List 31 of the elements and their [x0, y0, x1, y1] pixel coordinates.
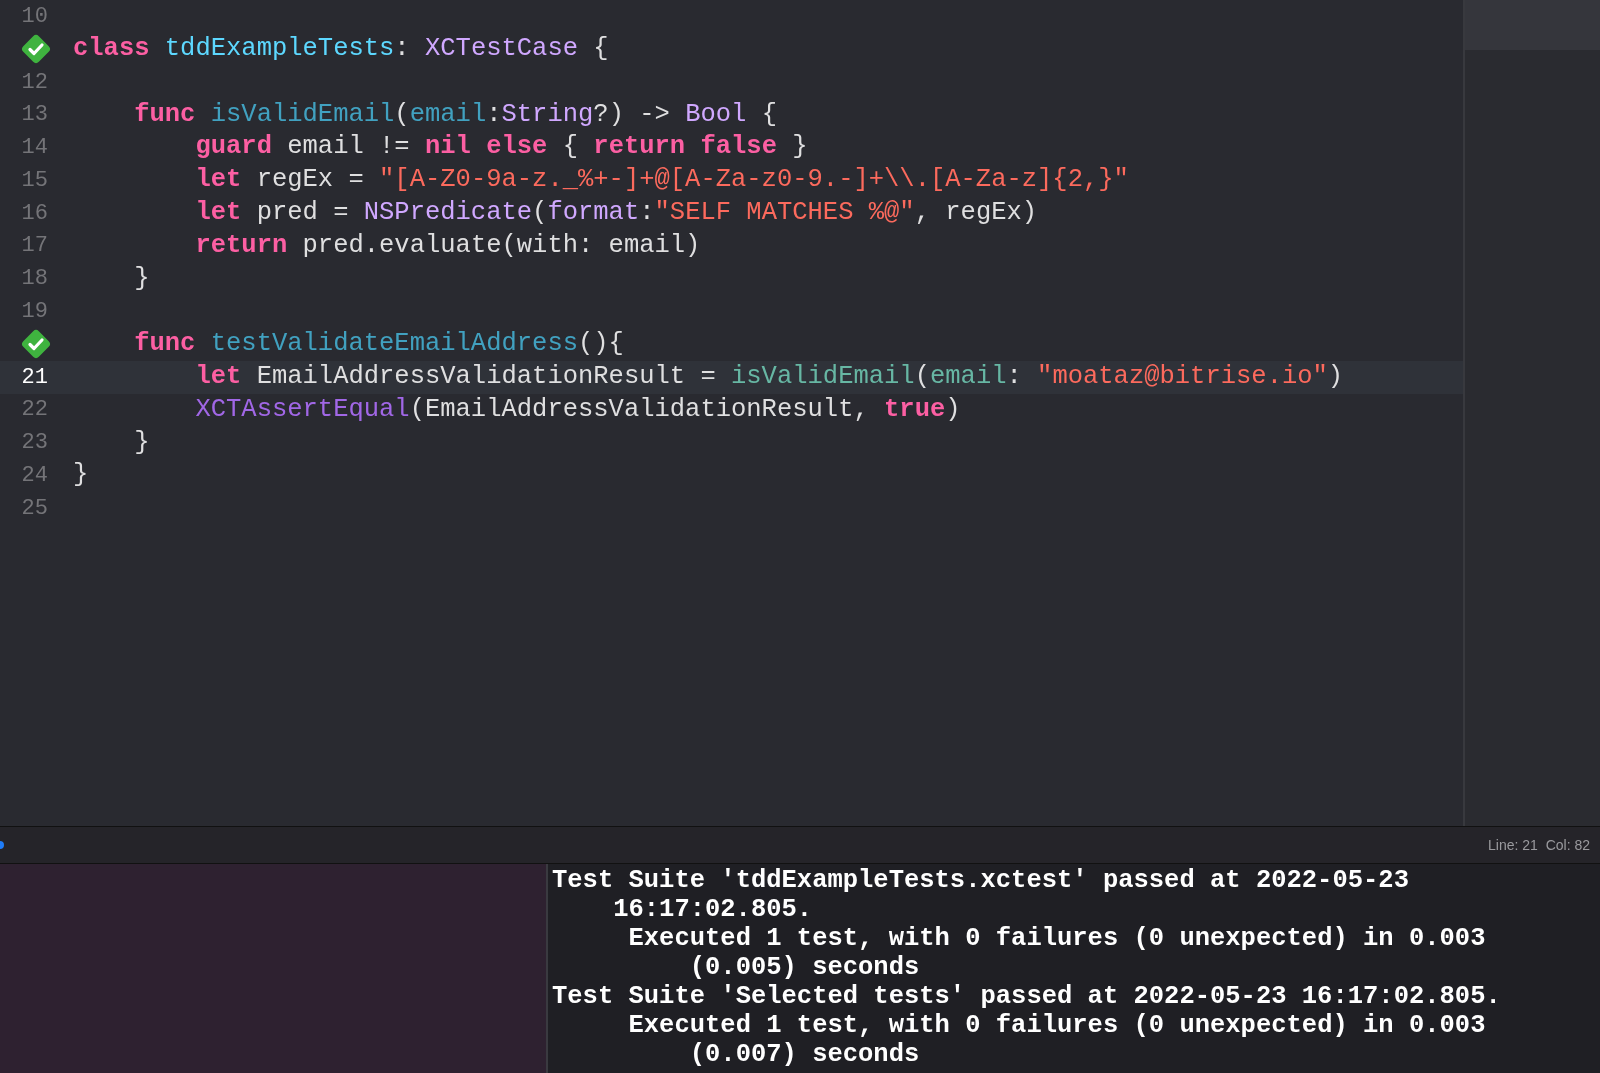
line-number: 15	[21, 166, 48, 195]
code-line: func testValidateEmailAddress(){	[133, 328, 624, 361]
code-line: }	[72, 459, 89, 492]
console-output-line: Executed 1 test, with 0 failures (0 unexpected) in 0.003 (0.005) seconds	[627, 924, 1487, 982]
line-number: 16	[21, 199, 48, 228]
line-number: 25	[21, 494, 48, 523]
line-number: 10	[21, 2, 48, 31]
code-line: class tddExampleTests: XCTestCase {	[72, 33, 609, 66]
cursor-position: Line: 21 Col: 82	[1488, 835, 1591, 855]
line-number: 17	[21, 232, 48, 261]
code-line: let regEx = "[A-Z0-9a-z._%+-]+@[A-Za-z0-9.-]+\\.[A-Za-z]{2,}"	[194, 164, 1129, 197]
code-line: }	[133, 262, 150, 295]
code-line: func isValidEmail(email:String?) -> Bool {	[133, 98, 777, 131]
line-number: 19	[21, 298, 48, 327]
line-number: 14	[21, 134, 48, 163]
line-number: 21	[21, 363, 48, 392]
line-number: 12	[21, 68, 48, 97]
console-output-line: Test Suite 'Selected tests' passed at 2022-05-23 16:17:02.805.	[552, 982, 1502, 1011]
code-line: }	[133, 426, 150, 459]
code-line: let pred = NSPredicate(format:"SELF MATCHES %@", regEx)	[194, 197, 1038, 230]
console-output-line: Executed 1 test, with 0 failures (0 unexpected) in 0.003 (0.007) seconds	[627, 1011, 1487, 1069]
line-number: 18	[21, 265, 48, 294]
code-line: guard email != nil else { return false }	[194, 131, 808, 164]
line-number: 23	[21, 429, 48, 458]
code-line: XCTAssertEqual(EmailAddressValidationResult, true)	[194, 393, 961, 426]
code-line: return pred.evaluate(with: email)	[194, 229, 701, 262]
console-output-line: Test Suite 'tddExampleTests.xctest' passed at 2022-05-23 16:17:02.805.	[552, 866, 1410, 924]
line-number: 13	[21, 101, 48, 130]
line-number: 22	[21, 396, 48, 425]
line-number: 24	[21, 462, 48, 491]
code-line: let EmailAddressValidationResult = isValidEmail(email: "moataz@bitrise.io")	[194, 361, 1344, 394]
